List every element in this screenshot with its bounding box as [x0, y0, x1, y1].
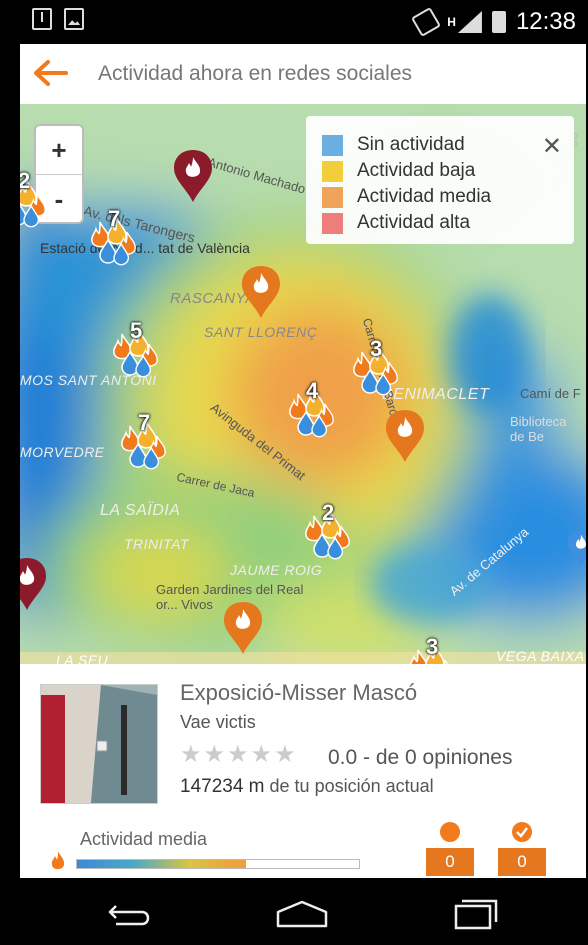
comments-count: 0 [426, 848, 474, 876]
nav-back-icon[interactable] [102, 896, 162, 930]
map-label-vega: VEGA BAIXA [496, 648, 585, 664]
status-bar: H 12:38 [20, 0, 586, 44]
legend-close-button[interactable]: ✕ [542, 132, 562, 161]
cluster-count: 4 [306, 378, 319, 403]
map-pin-medium[interactable] [222, 600, 264, 656]
map-pin-low[interactable] [566, 528, 586, 567]
activity-map[interactable]: Av. dels Tarongers Antonio Machado Estac… [20, 104, 586, 664]
legend-swatch [322, 160, 343, 182]
distance-text: de tu posición actual [269, 776, 434, 796]
map-pin-high[interactable] [172, 148, 214, 204]
place-photo [41, 685, 157, 803]
flame-icon [51, 851, 65, 870]
activity-cluster[interactable]: 4 [286, 378, 340, 440]
check-icon [512, 822, 532, 842]
legend-item-none: Sin actividad [322, 134, 465, 156]
image-notification-icon [64, 8, 84, 30]
map-label-sant-llorenc: SANT LLORENÇ [204, 324, 318, 340]
activity-cluster[interactable]: 7 [88, 206, 142, 268]
map-label-jaume-roig: JAUME ROIG [230, 562, 323, 578]
activity-level-fill [77, 860, 247, 868]
legend-swatch [322, 212, 343, 234]
place-thumbnail[interactable] [40, 684, 158, 804]
rating-stars[interactable]: ★★★★★ [180, 740, 298, 769]
map-label-station: Estació del Nord... tat de València [40, 240, 250, 256]
place-info-panel[interactable]: Exposició-Misser Mascó Vae victis ★★★★★ … [20, 664, 586, 878]
cluster-count: 3 [370, 336, 383, 361]
legend-label: Actividad alta [357, 212, 471, 233]
activity-cluster[interactable]: 2 [20, 168, 52, 230]
activity-legend: Sin actividad Actividad baja Actividad m… [306, 116, 574, 244]
cluster-count: 2 [322, 500, 335, 525]
network-type: H [447, 15, 456, 29]
distance-value: 147234 m [180, 776, 265, 797]
back-arrow-icon[interactable] [32, 58, 68, 88]
clock: 12:38 [515, 8, 576, 35]
legend-label: Sin actividad [357, 134, 465, 155]
map-pin-medium[interactable] [240, 264, 282, 320]
activity-cluster[interactable]: 3 [350, 336, 404, 398]
place-name: Exposició-Misser Mascó [180, 680, 418, 705]
legend-item-low: Actividad baja [322, 160, 475, 182]
cluster-count: 5 [130, 318, 143, 343]
nav-recents-icon[interactable] [444, 896, 504, 930]
app-toolbar: Actividad ahora en redes sociales [20, 44, 586, 104]
map-label-saidia: LA SAÏDIA [100, 502, 181, 519]
map-label-trinitat: TRINITAT [124, 536, 189, 552]
legend-swatch [322, 134, 343, 156]
page-title: Actividad ahora en redes sociales [98, 62, 413, 85]
nav-home-icon[interactable] [272, 896, 332, 930]
legend-swatch [322, 186, 343, 208]
legend-item-medium: Actividad media [322, 186, 491, 208]
legend-label: Actividad media [357, 186, 492, 207]
zoom-in-button[interactable]: + [36, 126, 82, 174]
cluster-count: 2 [20, 168, 31, 193]
distance: 147234 m de tu posición actual [180, 776, 434, 798]
map-label-morvedre: MORVEDRE [20, 444, 105, 460]
vibrate-icon [411, 6, 442, 38]
cluster-count: 3 [426, 634, 439, 659]
comments-stat[interactable]: 0 [426, 822, 474, 876]
download-icon [32, 8, 52, 30]
signal-icon [457, 11, 482, 33]
cluster-count: 7 [138, 410, 151, 435]
activity-cluster[interactable]: 2 [302, 500, 356, 562]
battery-icon [491, 11, 506, 33]
map-label-biblioteca: Biblioteca de Be [510, 414, 567, 444]
rating-text: 0.0 - de 0 opiniones [328, 746, 513, 769]
place-subtitle: Vae victis [180, 712, 256, 732]
activity-cluster[interactable]: 3 [406, 634, 460, 664]
map-label-la-seu: LA SEU [56, 652, 109, 664]
comment-icon [440, 822, 460, 842]
map-pin-medium[interactable] [384, 408, 426, 464]
legend-item-high: Actividad alta [322, 212, 470, 234]
system-nav-bar [20, 878, 586, 945]
activity-cluster[interactable]: 5 [110, 318, 164, 380]
activity-level-bar [76, 859, 360, 869]
checkins-stat[interactable]: 0 [498, 822, 546, 876]
legend-label: Actividad baja [357, 160, 476, 181]
activity-level-label: Actividad media [80, 829, 208, 849]
checkins-count: 0 [498, 848, 546, 876]
map-label-cami: Camí de F [520, 386, 581, 401]
cluster-count: 7 [108, 206, 121, 231]
map-pin-high[interactable] [20, 556, 48, 612]
phone-screen: H 12:38 Actividad ahora en redes sociale… [20, 0, 586, 945]
activity-cluster[interactable]: 7 [118, 410, 172, 472]
